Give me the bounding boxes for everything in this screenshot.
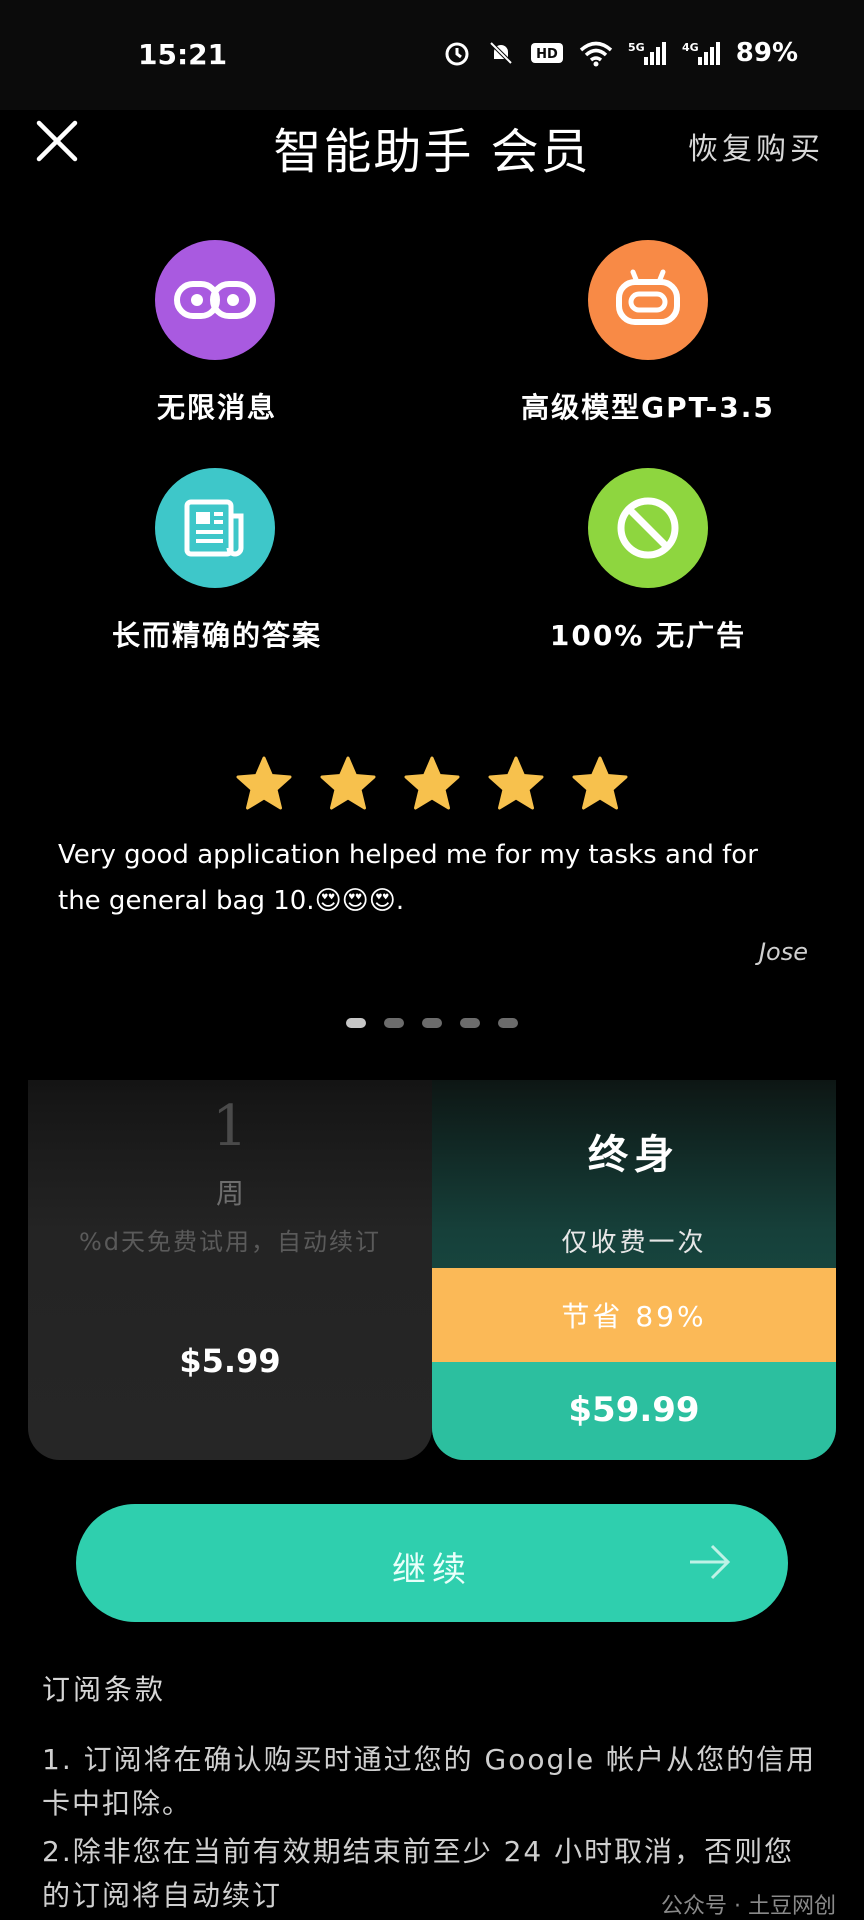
feature-infinity-circle: [155, 240, 275, 360]
alarm-icon: [442, 39, 472, 67]
star-icon: [488, 756, 544, 810]
carousel-dot[interactable]: [346, 1018, 366, 1028]
svg-text:4G: 4G: [682, 41, 699, 54]
star-icon: [236, 756, 292, 810]
restore-purchase-button[interactable]: 恢复购买: [688, 124, 824, 168]
signal-4g-icon: 4G: [682, 39, 722, 67]
feature-label: 长而精确的答案: [111, 619, 322, 652]
plan-description: %d天免费试用，自动续订: [78, 1228, 382, 1256]
carousel-dot[interactable]: [460, 1018, 480, 1028]
signal-5g-icon: 5G: [628, 39, 668, 67]
carousel-dot[interactable]: [422, 1018, 442, 1028]
terms-title: 订阅条款: [42, 1673, 167, 1706]
svg-text:5G: 5G: [628, 41, 645, 54]
plan-duration-unit: 周: [215, 1177, 244, 1210]
robot-icon: [616, 269, 680, 325]
plan-weekly-card[interactable]: 1 周 %d天免费试用，自动续订 $5.99: [28, 1080, 432, 1460]
battery-percentage: 89%: [735, 38, 798, 68]
plan-duration-number: 1: [212, 1094, 248, 1159]
no-ads-icon: [617, 497, 679, 559]
feature-label: 100% 无广告: [549, 619, 747, 652]
hd-icon: HD: [530, 39, 564, 67]
watermark: 公众号 · 土豆网创: [661, 1894, 836, 1919]
wifi-icon: [578, 39, 614, 67]
feature-label: 无限消息: [156, 391, 277, 424]
carousel-dot[interactable]: [384, 1018, 404, 1028]
feature-no-ads-circle: [588, 468, 708, 588]
feature-label: 高级模型GPT-3.5: [521, 391, 775, 424]
bell-off-icon: [486, 39, 516, 67]
continue-label: 继续: [392, 1550, 472, 1590]
carousel-indicator: [0, 1018, 864, 1028]
star-icon: [404, 756, 460, 810]
carousel-dot[interactable]: [498, 1018, 518, 1028]
plan-price: $59.99: [568, 1390, 700, 1430]
savings-badge: 节省 89%: [432, 1268, 836, 1362]
document-icon: [184, 499, 244, 557]
status-time: 15:21: [138, 38, 228, 71]
svg-text:HD: HD: [536, 47, 558, 62]
star-icon: [572, 756, 628, 810]
review-text: Very good application helped me for my t…: [58, 840, 758, 916]
arrow-right-icon: [690, 1544, 731, 1580]
feature-document-circle: [155, 468, 275, 588]
terms-item: 1. 订阅将在确认购买时通过您的 Google 帐户从您的信用卡中扣除。: [42, 1743, 817, 1820]
plan-price: $5.99: [179, 1342, 281, 1380]
continue-button[interactable]: 继续: [76, 1504, 788, 1622]
star-icon: [320, 756, 376, 810]
infinity-icon: [174, 281, 256, 319]
rating-stars: [0, 755, 864, 813]
feature-robot-circle: [588, 240, 708, 360]
plan-title: 终身: [588, 1132, 680, 1178]
review-author: Jose: [758, 938, 808, 966]
plan-description: 仅收费一次: [561, 1228, 707, 1258]
plan-lifetime-card[interactable]: 终身 仅收费一次 节省 89% $59.99: [432, 1080, 836, 1460]
status-icons: HD 5G 4G 89%: [442, 38, 798, 68]
